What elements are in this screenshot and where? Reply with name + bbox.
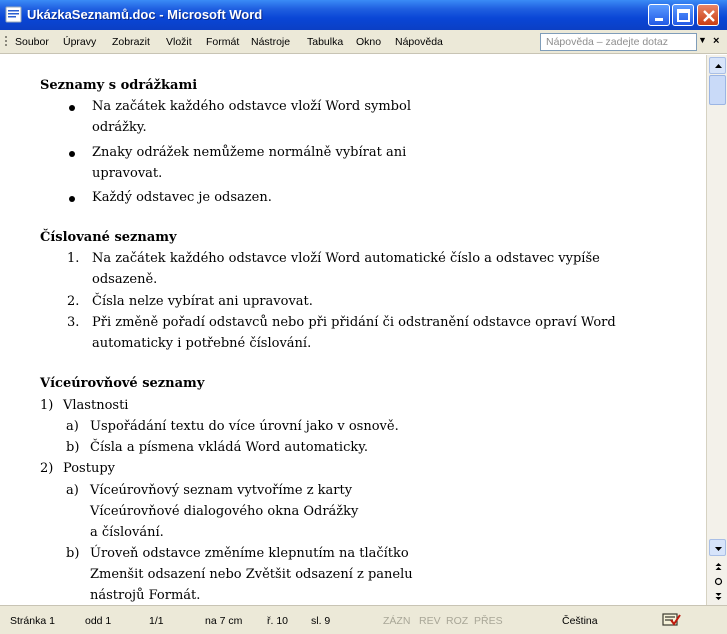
list-number: 1.: [67, 251, 80, 266]
bullet: [69, 105, 75, 111]
list-marker: b): [66, 546, 80, 561]
menu-okno[interactable]: Okno: [356, 36, 381, 48]
menu-format[interactable]: Formát: [206, 36, 239, 48]
list-item-text: nástrojů Formát.: [90, 588, 201, 603]
heading-multilevel-lists: Víceúrovňové seznamy: [40, 376, 205, 391]
menu-soubor[interactable]: Soubor: [15, 36, 49, 48]
menu-vlozit[interactable]: Vložit: [166, 36, 192, 48]
status-position: na 7 cm: [205, 615, 243, 627]
menu-bar: Soubor Úpravy Zobrazit Vložit Formát Nás…: [0, 30, 727, 54]
minimize-button[interactable]: [648, 4, 670, 26]
list-item-text: upravovat.: [92, 166, 163, 181]
menu-zobrazit[interactable]: Zobrazit: [112, 36, 150, 48]
title-bar[interactable]: UkázkaSeznamů.doc - Microsoft Word: [0, 0, 727, 30]
list-item-text: odsazeně.: [92, 272, 158, 287]
close-icon: [703, 10, 715, 22]
list-item-text: Zmenšit odsazení nebo Zvětšit odsazení z…: [90, 567, 413, 582]
word-app-icon: [5, 6, 22, 23]
window-title: UkázkaSeznamů.doc - Microsoft Word: [27, 7, 263, 22]
document-close-button[interactable]: ×: [713, 35, 719, 47]
menu-tabulka[interactable]: Tabulka: [307, 36, 343, 48]
close-button[interactable]: [697, 4, 719, 26]
maximize-icon: [677, 9, 690, 22]
arrow-down-icon: [715, 547, 722, 551]
scroll-thumb[interactable]: [709, 75, 726, 105]
list-marker: 2): [40, 461, 54, 476]
list-number: 2.: [67, 294, 80, 309]
status-section: odd 1: [85, 615, 112, 627]
status-column: sl. 9: [311, 615, 331, 627]
list-item-text: Úroveň odstavce změníme klepnutím na tla…: [90, 546, 409, 561]
list-item-text: a číslování.: [90, 525, 164, 540]
list-item-text: Při změně pořadí odstavců nebo při přidá…: [92, 315, 616, 330]
list-marker: a): [66, 419, 79, 434]
list-marker: b): [66, 440, 80, 455]
menu-nastroje[interactable]: Nástroje: [251, 36, 290, 48]
arrow-up-icon: [715, 64, 722, 68]
menu-napoveda[interactable]: Nápověda: [395, 36, 443, 48]
vertical-scrollbar[interactable]: [706, 55, 727, 605]
list-item-text: Na začátek každého odstavce vloží Word s…: [92, 99, 411, 114]
help-dropdown-button[interactable]: ▼: [698, 35, 707, 45]
list-item-text: Čísla a písmena vkládá Word automaticky.: [90, 440, 368, 455]
status-language[interactable]: Čeština: [562, 615, 598, 627]
list-item-text: Na začátek každého odstavce vloží Word a…: [92, 251, 600, 266]
toolbar-grip[interactable]: [5, 36, 7, 48]
maximize-button[interactable]: [672, 4, 694, 26]
list-item-text: Uspořádání textu do více úrovní jako v o…: [90, 419, 399, 434]
list-item-text: Víceúrovňové dialogového okna Odrážky: [90, 504, 359, 519]
bullet: [69, 151, 75, 157]
menu-upravy[interactable]: Úpravy: [63, 36, 96, 48]
next-page-button[interactable]: [709, 587, 726, 604]
list-number: 3.: [67, 315, 80, 330]
list-item-text: Každý odstavec je odsazen.: [92, 190, 272, 205]
heading-bulleted-lists: Seznamy s odrážkami: [40, 78, 198, 93]
spelling-check-icon[interactable]: [662, 612, 682, 628]
bullet: [69, 196, 75, 202]
status-pages: 1/1: [149, 615, 164, 627]
document-area[interactable]: Seznamy s odrážkami Na začátek každého o…: [0, 55, 706, 605]
help-search-input[interactable]: Nápověda – zadejte dotaz: [540, 33, 697, 51]
list-item-text: Znaky odrážek nemůžeme normálně vybírat …: [92, 145, 407, 160]
list-marker: 1): [40, 398, 54, 413]
double-arrow-down-icon: [715, 593, 722, 600]
status-mode-extend[interactable]: ROZ: [446, 615, 468, 627]
status-bar: Stránka 1 odd 1 1/1 na 7 cm ř. 10 sl. 9 …: [0, 605, 727, 634]
list-item-text: Čísla nelze vybírat ani upravovat.: [92, 294, 313, 309]
status-mode-record[interactable]: ZÁZN: [383, 615, 410, 627]
scroll-down-button[interactable]: [709, 539, 726, 556]
list-item-text: odrážky.: [92, 120, 147, 135]
list-item-text: Víceúrovňový seznam vytvoříme z karty: [90, 483, 353, 498]
status-page: Stránka 1: [10, 615, 55, 627]
heading-numbered-lists: Číslované seznamy: [40, 230, 177, 245]
list-item-text: Postupy: [63, 461, 115, 476]
list-item-text: automaticky i potřebné číslování.: [92, 336, 312, 351]
status-mode-overtype[interactable]: PŘES: [474, 615, 503, 627]
list-item-text: Vlastnosti: [63, 398, 129, 413]
scroll-up-button[interactable]: [709, 57, 726, 74]
minimize-icon: [655, 18, 663, 21]
status-line: ř. 10: [267, 615, 289, 627]
list-marker: a): [66, 483, 79, 498]
status-mode-revisions[interactable]: REV: [419, 615, 441, 627]
